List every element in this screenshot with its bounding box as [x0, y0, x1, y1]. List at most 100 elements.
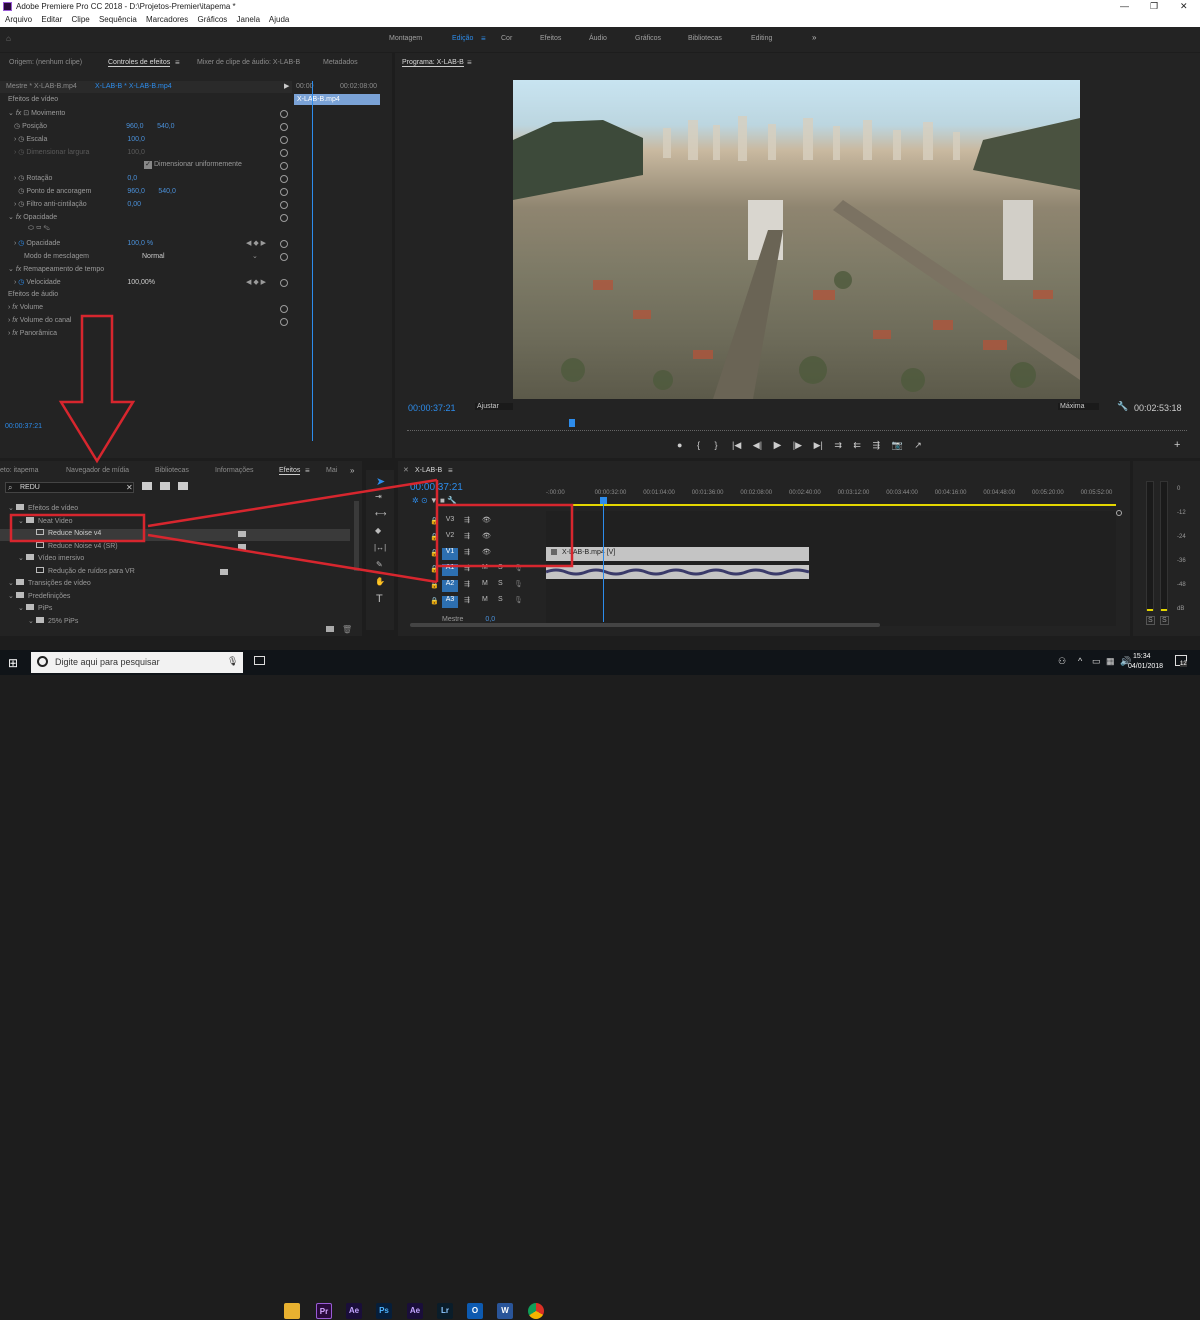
- workspace-menu-icon[interactable]: ≡: [481, 34, 486, 43]
- reset-icon[interactable]: [280, 162, 288, 170]
- reset-icon[interactable]: [280, 175, 288, 183]
- list-item[interactable]: ⌄ Neat Video: [0, 516, 350, 529]
- workspace-montagem[interactable]: Montagem: [389, 35, 422, 42]
- go-to-out-icon[interactable]: ▶|: [814, 440, 823, 450]
- workspace-cor[interactable]: Cor: [501, 35, 512, 42]
- ellipse-mask-icon[interactable]: ⬭: [28, 225, 34, 232]
- lock-icon[interactable]: 🔒: [430, 533, 439, 541]
- ec-playhead[interactable]: [312, 81, 313, 441]
- workspace-graficos[interactable]: Gráficos: [635, 35, 661, 42]
- outlook-icon[interactable]: O: [467, 1303, 483, 1319]
- solo-icon[interactable]: S: [498, 564, 503, 571]
- workspace-bibliotecas[interactable]: Bibliotecas: [688, 35, 722, 42]
- camera-icon[interactable]: 📷: [892, 440, 903, 450]
- chevron-down-icon[interactable]: ⌄: [8, 110, 14, 117]
- tray-icon[interactable]: ▭: [1092, 656, 1101, 667]
- reset-icon[interactable]: [280, 318, 288, 326]
- fx-icon[interactable]: fx: [16, 214, 21, 221]
- reset-icon[interactable]: [280, 149, 288, 157]
- effects-search[interactable]: ⌕ ✕: [5, 482, 134, 493]
- chevron-down-icon[interactable]: ⌄: [18, 604, 26, 612]
- stopwatch-icon[interactable]: ◷: [18, 279, 24, 286]
- step-forward-icon[interactable]: |▶: [793, 440, 802, 450]
- tab-origem[interactable]: Origem: (nenhum clipe): [9, 59, 82, 66]
- chevron-right-icon[interactable]: ›: [14, 136, 16, 143]
- chrome-icon[interactable]: [528, 1303, 544, 1319]
- menu-arquivo[interactable]: Arquivo: [5, 15, 32, 24]
- delete-icon[interactable]: 🗑: [342, 625, 352, 634]
- panel-menu-icon[interactable]: ≡: [305, 466, 310, 475]
- clock-time[interactable]: 15:34: [1133, 653, 1151, 660]
- tab-navegador[interactable]: Navegador de mídia: [66, 467, 129, 474]
- stopwatch-icon[interactable]: ◷: [18, 188, 24, 195]
- escala-value[interactable]: 100,0: [127, 136, 145, 143]
- solo-icon[interactable]: S: [498, 580, 503, 587]
- mark-in-icon[interactable]: {: [697, 440, 700, 450]
- reset-icon[interactable]: [280, 305, 288, 313]
- microphone-icon[interactable]: 🎙: [514, 580, 523, 588]
- reset-icon[interactable]: [280, 123, 288, 131]
- stopwatch-icon[interactable]: ◷: [18, 240, 24, 247]
- master-value[interactable]: 0,0: [485, 616, 495, 623]
- list-item[interactable]: ⌄ Predefinições: [0, 591, 350, 604]
- compare-icon[interactable]: ⇶: [872, 440, 880, 450]
- tab-efeitos[interactable]: Efeitos: [279, 467, 301, 475]
- fx-icon[interactable]: fx: [16, 110, 21, 117]
- keyframe-nav-icon[interactable]: ◀ ◆ ▶: [246, 278, 266, 286]
- go-to-in-icon[interactable]: |◀: [732, 440, 741, 450]
- yuv-filter-icon[interactable]: [178, 482, 188, 490]
- lightroom-icon[interactable]: Lr: [437, 1303, 453, 1319]
- premiere-taskbar-icon[interactable]: Pr: [316, 1303, 332, 1319]
- ripple-edit-icon[interactable]: ⟷: [375, 509, 386, 518]
- menu-sequencia[interactable]: Sequência: [99, 15, 137, 24]
- sync-lock-icon[interactable]: ⇶: [464, 532, 470, 540]
- solo-right-button[interactable]: S: [1160, 616, 1169, 625]
- sync-lock-icon[interactable]: ⇶: [464, 548, 470, 556]
- tab-bibliotecas[interactable]: Bibliotecas: [155, 467, 189, 474]
- keyframe-nav-icon[interactable]: ◀ ◆ ▶: [246, 239, 266, 247]
- 32bit-filter-icon[interactable]: [160, 482, 170, 490]
- reset-icon[interactable]: [280, 214, 288, 222]
- search-input[interactable]: [20, 483, 120, 492]
- reset-icon[interactable]: [280, 188, 288, 196]
- rect-mask-icon[interactable]: ▭: [36, 225, 42, 232]
- lock-icon[interactable]: 🔒: [430, 549, 439, 557]
- close-tab-icon[interactable]: ✕: [403, 466, 409, 474]
- accelerated-filter-icon[interactable]: [142, 482, 152, 490]
- fit-dropdown[interactable]: Ajustar: [475, 403, 513, 410]
- reset-icon[interactable]: [280, 253, 288, 261]
- add-marker-icon[interactable]: ●: [677, 440, 682, 450]
- stopwatch-icon[interactable]: ◷: [18, 201, 24, 208]
- reset-icon[interactable]: [280, 201, 288, 209]
- track-target[interactable]: A1: [442, 564, 458, 576]
- more-tabs-icon[interactable]: »: [350, 466, 354, 475]
- lock-icon[interactable]: 🔒: [430, 597, 439, 605]
- microphone-icon[interactable]: 🎙: [514, 564, 523, 572]
- list-item[interactable]: Reduce Noise v4 (SR): [0, 541, 350, 554]
- reset-icon[interactable]: [280, 279, 288, 287]
- mute-icon[interactable]: M: [482, 564, 488, 571]
- more-workspaces-icon[interactable]: »: [812, 33, 816, 42]
- maximize-button[interactable]: ❐: [1150, 1, 1158, 12]
- step-back-icon[interactable]: ◀|: [753, 440, 762, 450]
- razor-icon[interactable]: ◆: [375, 526, 381, 535]
- track-target[interactable]: V2: [442, 532, 458, 544]
- quality-dropdown[interactable]: Máxima: [1058, 403, 1099, 410]
- program-timecode[interactable]: 00:00:37:21: [408, 403, 456, 413]
- chevron-down-icon[interactable]: ⌄: [28, 617, 36, 625]
- panel-menu-icon[interactable]: ≡: [175, 58, 180, 67]
- file-explorer-icon[interactable]: [284, 1303, 300, 1319]
- opacidade-value[interactable]: 100,0 %: [127, 240, 153, 247]
- solo-icon[interactable]: S: [498, 596, 503, 603]
- export-frame-icon[interactable]: ↗: [914, 440, 922, 450]
- mute-icon[interactable]: M: [482, 596, 488, 603]
- taskbar-search[interactable]: Digite aqui para pesquisar 🎙: [31, 652, 243, 673]
- chevron-down-icon[interactable]: ⌄: [8, 504, 16, 512]
- work-area-bar[interactable]: [546, 504, 1116, 506]
- list-item[interactable]: ⌄ PiPs: [0, 604, 350, 616]
- menu-editar[interactable]: Editar: [41, 15, 62, 24]
- marker-icon[interactable]: ■: [440, 496, 445, 505]
- play-button[interactable]: ▶: [774, 440, 782, 451]
- effects-scrollbar[interactable]: [354, 501, 359, 571]
- panoramica-row[interactable]: › fx Panorâmica: [8, 330, 57, 342]
